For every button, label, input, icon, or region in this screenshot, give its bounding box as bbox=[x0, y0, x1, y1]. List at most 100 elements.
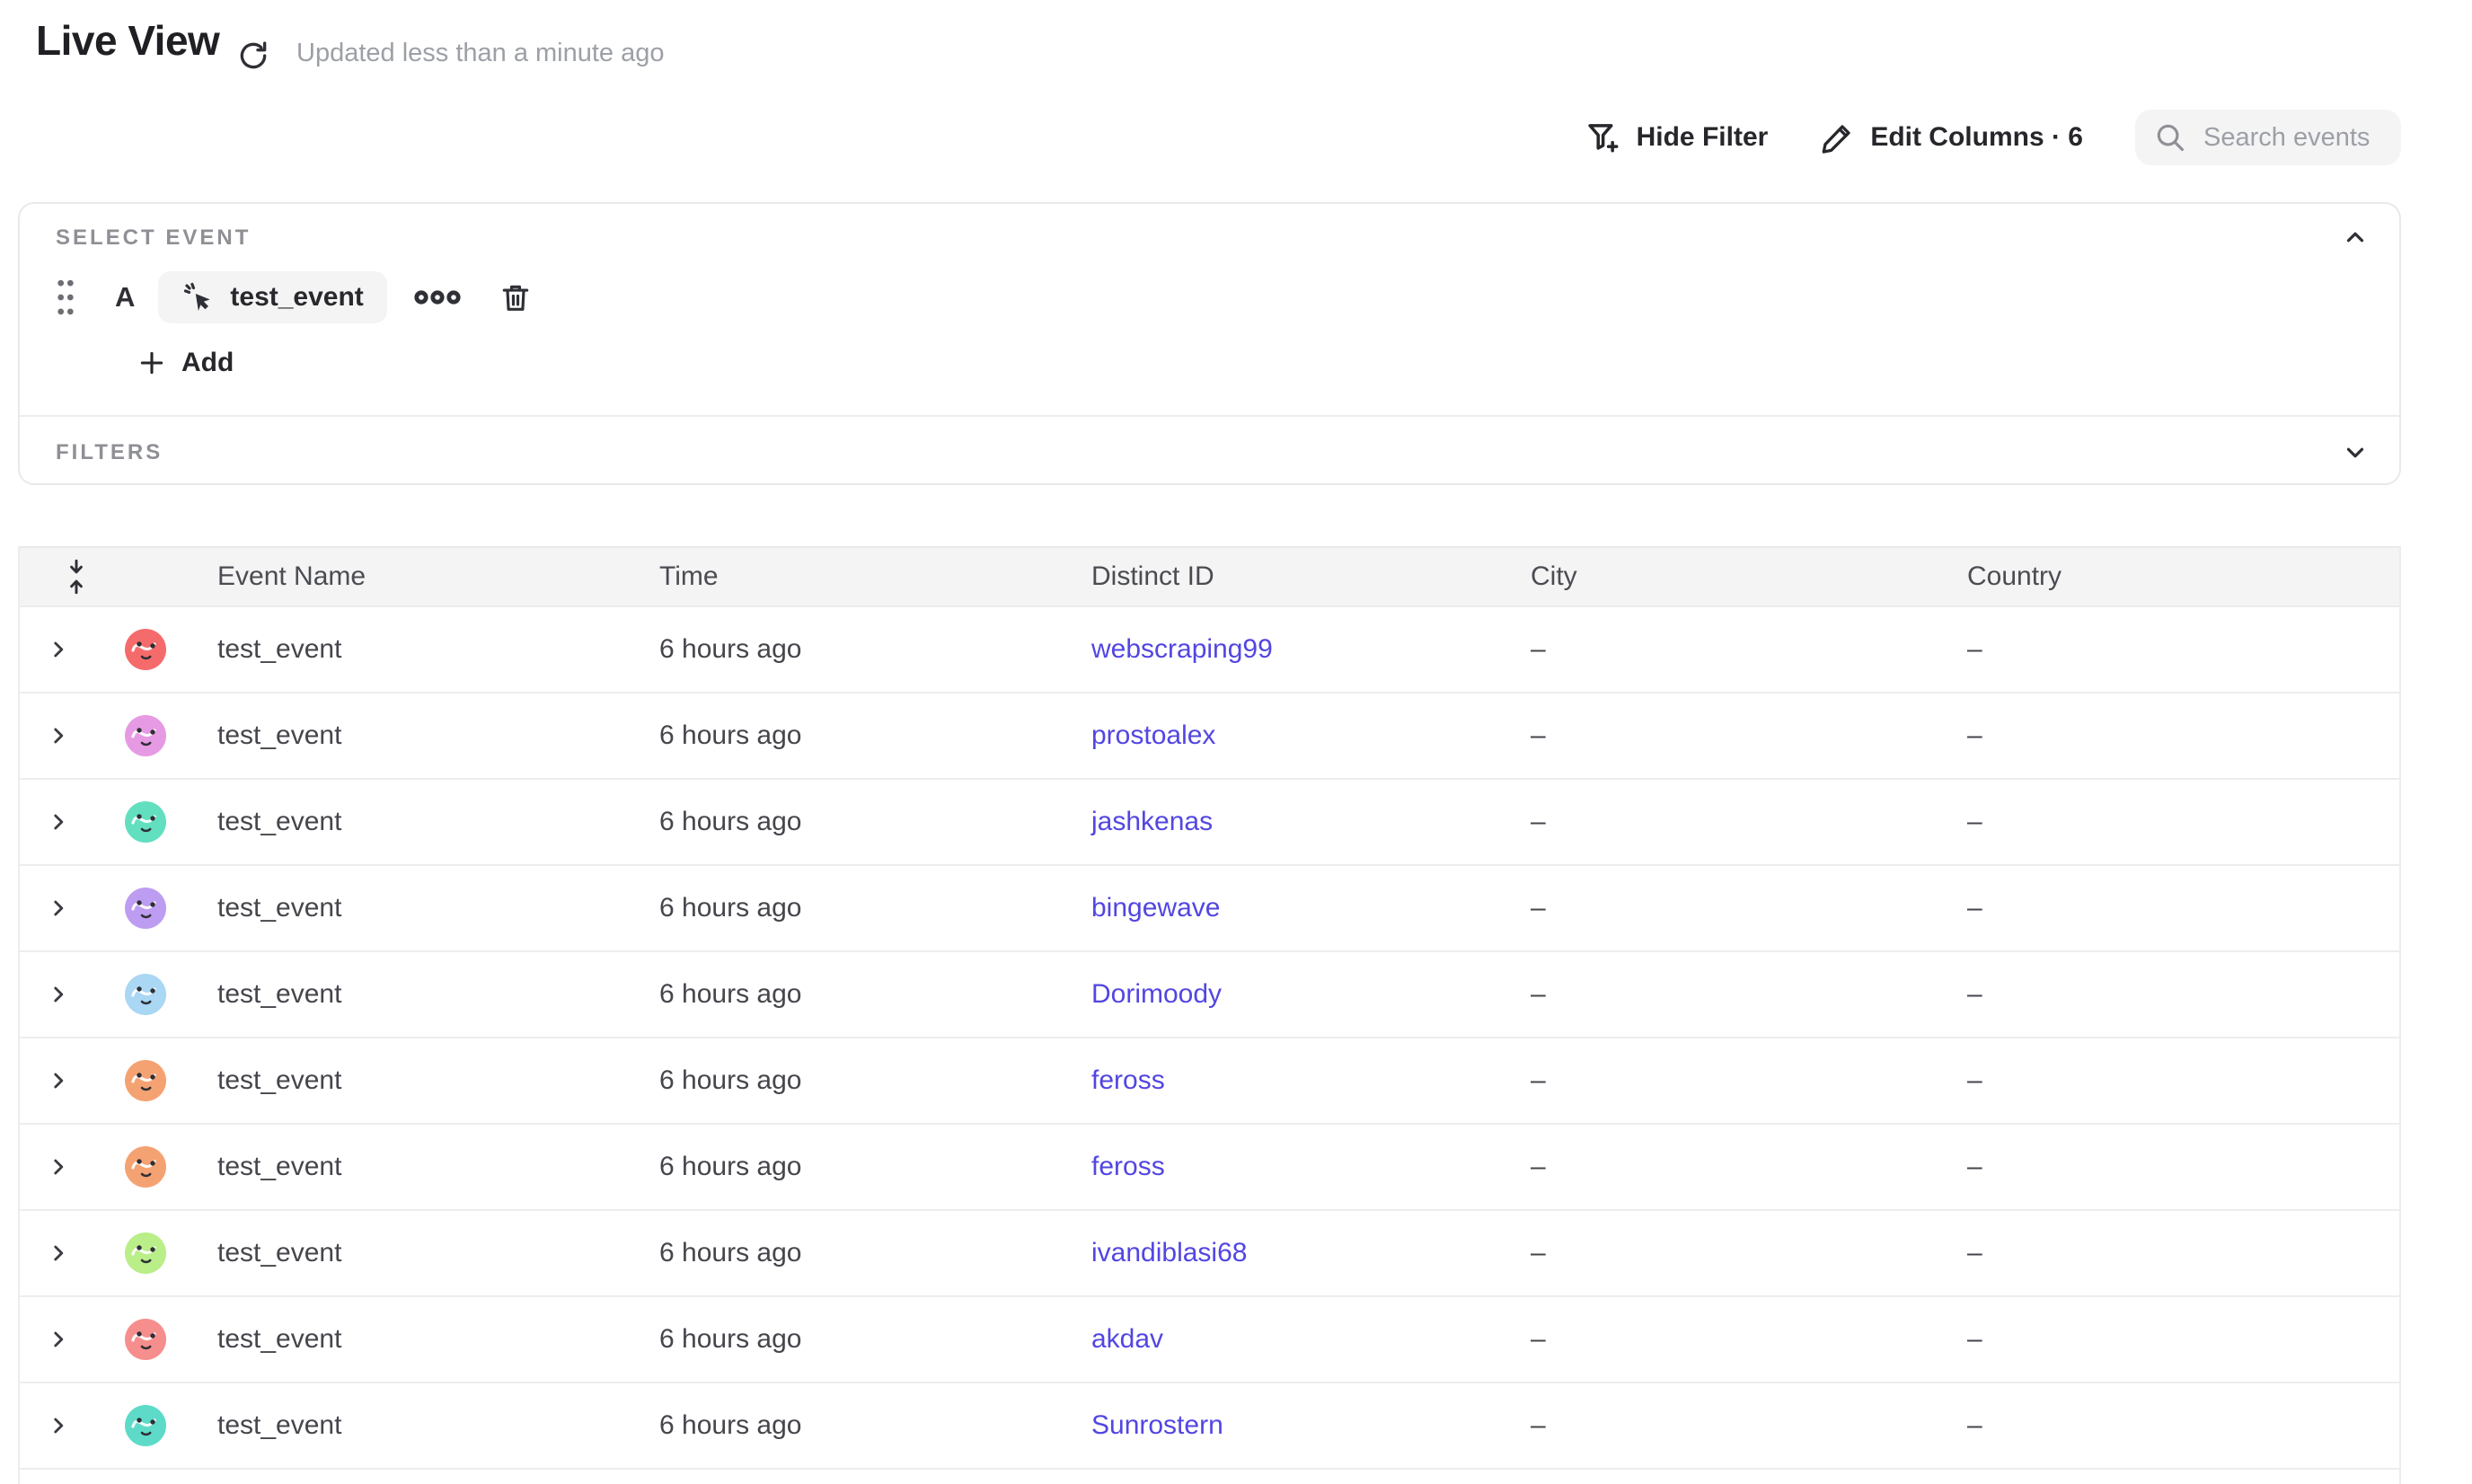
time-cell: 6 hours ago bbox=[659, 893, 801, 923]
expand-row-button[interactable] bbox=[47, 810, 70, 834]
chevron-right-icon bbox=[47, 1414, 70, 1437]
country-cell: – bbox=[1967, 979, 1982, 1010]
event-series-label: A bbox=[115, 281, 135, 314]
toolbar: Hide Filter Edit Columns · 6 bbox=[1585, 110, 2401, 165]
distinct-id-link[interactable]: Dorimoody bbox=[1091, 979, 1222, 1010]
table-row: test_event 6 hours ago Sunrostern – – bbox=[20, 1383, 2399, 1470]
events-table: Event Name Time Distinct ID City Country… bbox=[18, 546, 2401, 1484]
table-row: test_event 6 hours ago webscraping99 – – bbox=[20, 607, 2399, 693]
delete-event-button[interactable] bbox=[499, 279, 533, 315]
hide-filter-button[interactable]: Hide Filter bbox=[1585, 119, 1769, 156]
country-cell: – bbox=[1967, 1324, 1982, 1355]
column-header-distinct-id: Distinct ID bbox=[1091, 561, 1214, 592]
trash-icon bbox=[499, 279, 533, 315]
collapse-section-button[interactable] bbox=[2340, 224, 2370, 251]
distinct-id-link[interactable]: akdav bbox=[1091, 1324, 1163, 1355]
distinct-id-link[interactable]: bingewave bbox=[1091, 893, 1220, 923]
distinct-id-link[interactable]: Sunrostern bbox=[1091, 1410, 1223, 1441]
cursor-click-icon bbox=[181, 280, 216, 314]
avatar-face-icon bbox=[125, 888, 166, 929]
city-cell: – bbox=[1531, 807, 1546, 837]
overflow-menu-button[interactable] bbox=[414, 288, 461, 306]
avatar-face-icon bbox=[125, 1232, 166, 1274]
city-cell: – bbox=[1531, 893, 1546, 923]
chevron-down-icon bbox=[2340, 439, 2370, 466]
refresh-icon bbox=[235, 38, 271, 74]
drag-handle-icon[interactable] bbox=[56, 277, 75, 318]
city-cell: – bbox=[1531, 1238, 1546, 1268]
search-input[interactable] bbox=[2202, 122, 2385, 154]
country-cell: – bbox=[1967, 720, 1982, 751]
country-cell: – bbox=[1967, 807, 1982, 837]
expand-filters-button[interactable] bbox=[2340, 439, 2370, 466]
table-row: test_event 6 hours ago jashkenas – – bbox=[20, 780, 2399, 866]
expand-row-button[interactable] bbox=[47, 983, 70, 1006]
expand-row-button[interactable] bbox=[47, 1241, 70, 1265]
expand-row-button[interactable] bbox=[47, 1069, 70, 1092]
updated-status: Updated less than a minute ago bbox=[296, 39, 665, 68]
country-cell: – bbox=[1967, 1065, 1982, 1096]
table-row: test_event 6 hours ago akdav – – bbox=[20, 1297, 2399, 1383]
chevron-right-icon bbox=[47, 724, 70, 747]
column-header-city: City bbox=[1531, 561, 1577, 592]
edit-columns-button[interactable]: Edit Columns · 6 bbox=[1820, 119, 2083, 155]
avatar bbox=[125, 715, 166, 756]
add-event-button[interactable]: Add bbox=[137, 348, 234, 378]
event-name-cell: test_event bbox=[217, 979, 341, 1010]
avatar bbox=[125, 801, 166, 843]
table-body: test_event 6 hours ago webscraping99 – –… bbox=[20, 607, 2399, 1470]
live-view-page: Live View Updated less than a minute ago… bbox=[0, 0, 2472, 1484]
distinct-id-link[interactable]: webscraping99 bbox=[1091, 634, 1273, 665]
query-builder-panel: SELECT EVENT A bbox=[18, 202, 2401, 485]
time-cell: 6 hours ago bbox=[659, 1152, 801, 1182]
avatar-face-icon bbox=[125, 1405, 166, 1446]
avatar-face-icon bbox=[125, 801, 166, 843]
plus-icon bbox=[137, 348, 167, 378]
table-row: test_event 6 hours ago feross – – bbox=[20, 1038, 2399, 1125]
distinct-id-link[interactable]: feross bbox=[1091, 1152, 1165, 1182]
distinct-id-link[interactable]: prostoalex bbox=[1091, 720, 1215, 751]
event-name-cell: test_event bbox=[217, 1324, 341, 1355]
collapse-rows-icon[interactable] bbox=[65, 559, 88, 595]
country-cell: – bbox=[1967, 1238, 1982, 1268]
avatar-face-icon bbox=[125, 974, 166, 1015]
event-name-cell: test_event bbox=[217, 1410, 341, 1441]
chevron-up-icon bbox=[2340, 224, 2370, 251]
search-box[interactable] bbox=[2135, 110, 2401, 165]
city-cell: – bbox=[1531, 1324, 1546, 1355]
column-header-country: Country bbox=[1967, 561, 2061, 592]
column-header-time: Time bbox=[659, 561, 719, 592]
ellipsis-icon bbox=[414, 288, 461, 306]
event-chip[interactable]: test_event bbox=[158, 271, 386, 323]
distinct-id-link[interactable]: jashkenas bbox=[1091, 807, 1213, 837]
column-header-event-name: Event Name bbox=[217, 561, 366, 592]
avatar bbox=[125, 1319, 166, 1360]
page-title: Live View bbox=[36, 16, 219, 65]
edit-columns-label: Edit Columns · 6 bbox=[1870, 122, 2083, 153]
expand-row-button[interactable] bbox=[47, 1155, 70, 1179]
event-name-cell: test_event bbox=[217, 634, 341, 665]
avatar bbox=[125, 1232, 166, 1274]
panel-divider bbox=[20, 415, 2399, 417]
expand-row-button[interactable] bbox=[47, 638, 70, 661]
hide-filter-label: Hide Filter bbox=[1637, 122, 1769, 153]
event-name-cell: test_event bbox=[217, 807, 341, 837]
distinct-id-link[interactable]: feross bbox=[1091, 1065, 1165, 1096]
time-cell: 6 hours ago bbox=[659, 720, 801, 751]
expand-row-button[interactable] bbox=[47, 724, 70, 747]
expand-row-button[interactable] bbox=[47, 1328, 70, 1351]
selected-event-name: test_event bbox=[230, 282, 363, 313]
pencil-icon bbox=[1820, 119, 1856, 155]
chevron-right-icon bbox=[47, 1069, 70, 1092]
expand-row-button[interactable] bbox=[47, 897, 70, 920]
event-name-cell: test_event bbox=[217, 720, 341, 751]
avatar bbox=[125, 888, 166, 929]
event-row: A test_event bbox=[56, 270, 533, 324]
city-cell: – bbox=[1531, 634, 1546, 665]
avatar-face-icon bbox=[125, 1060, 166, 1101]
chevron-right-icon bbox=[47, 1155, 70, 1179]
expand-row-button[interactable] bbox=[47, 1414, 70, 1437]
funnel-plus-icon bbox=[1585, 119, 1622, 156]
distinct-id-link[interactable]: ivandiblasi68 bbox=[1091, 1238, 1247, 1268]
refresh-button[interactable] bbox=[235, 38, 271, 74]
